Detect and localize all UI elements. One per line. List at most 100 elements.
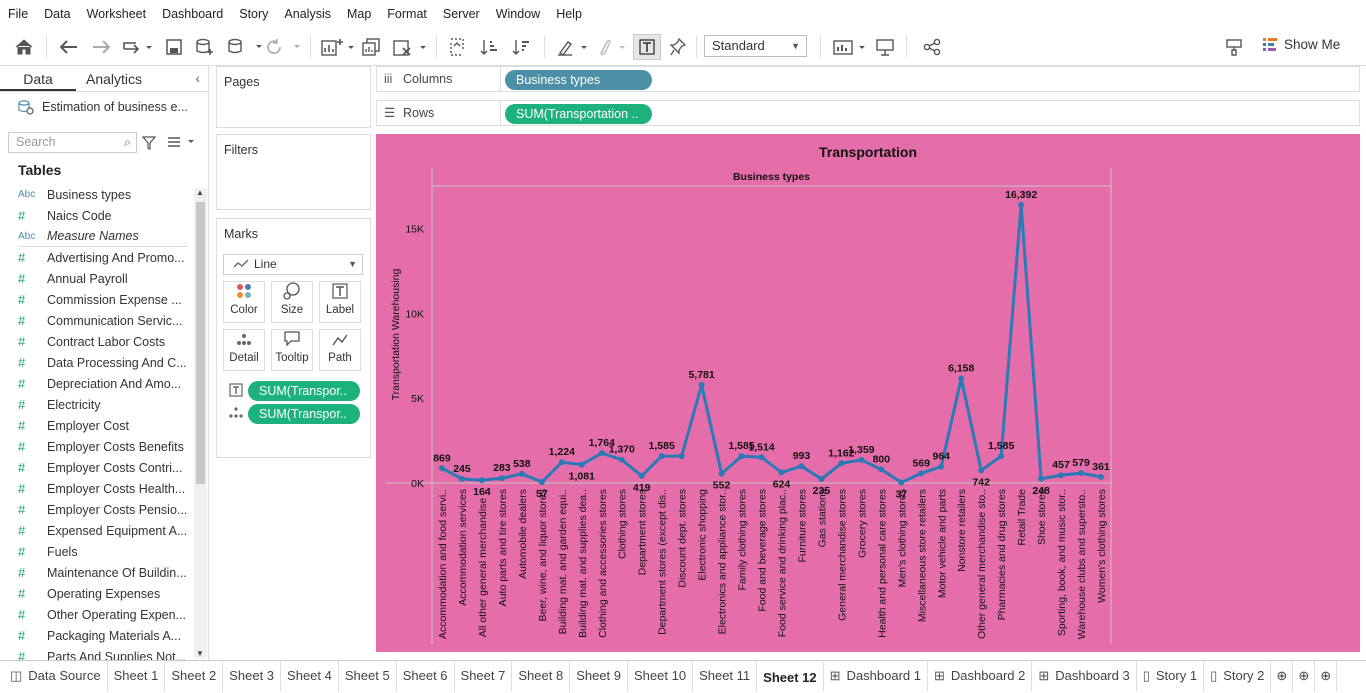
data-point[interactable]	[778, 469, 785, 476]
home-icon[interactable]	[12, 36, 36, 58]
data-point[interactable]	[918, 470, 925, 477]
data-point[interactable]	[578, 461, 585, 468]
data-point[interactable]	[958, 375, 965, 382]
chart-view[interactable]: Transportation Business types Transportati…	[376, 134, 1360, 652]
data-point[interactable]	[638, 472, 645, 479]
data-point[interactable]	[438, 465, 445, 472]
menu-map[interactable]: Map	[347, 7, 371, 21]
data-point[interactable]	[798, 463, 805, 470]
detail-measure-pill[interactable]: SUM(Transpor..	[248, 404, 360, 424]
label-button[interactable]: Label	[319, 281, 361, 323]
menu-file[interactable]: File	[8, 7, 28, 21]
search-input[interactable]: Search ⌕	[8, 132, 137, 153]
field-item[interactable]: # Contract Labor Costs	[18, 331, 188, 352]
rows-shelf[interactable]: ☰ Rows SUM(Transportation ..	[376, 100, 1360, 126]
menu-server[interactable]: Server	[443, 7, 480, 21]
data-point[interactable]	[1018, 201, 1025, 208]
datasource-item[interactable]: Estimation of business e...	[0, 92, 208, 122]
mark-type-select[interactable]: Line ▼	[223, 254, 363, 275]
data-point[interactable]	[538, 479, 545, 486]
field-item[interactable]: # Maintenance Of Buildin...	[18, 562, 188, 583]
field-item[interactable]: # Employer Cost	[18, 415, 188, 436]
data-point[interactable]	[938, 463, 945, 470]
data-point[interactable]	[818, 476, 825, 483]
new-datasource-icon[interactable]	[194, 36, 216, 58]
scroll-up-icon[interactable]: ▲	[196, 188, 204, 197]
data-point[interactable]	[618, 456, 625, 463]
data-point[interactable]	[558, 459, 565, 466]
tab-data[interactable]: Data	[0, 66, 76, 91]
sheet-tab[interactable]: ▯ Story 2	[1204, 661, 1272, 691]
data-point[interactable]	[1098, 473, 1105, 480]
sheet-tab[interactable]: Sheet 4	[281, 661, 339, 691]
scrollbar-thumb[interactable]	[196, 202, 205, 484]
columns-pill[interactable]: Business types	[505, 70, 652, 90]
sort-ascending-icon[interactable]	[478, 36, 500, 58]
size-button[interactable]: Size	[271, 281, 313, 323]
data-point[interactable]	[998, 453, 1005, 460]
menu-help[interactable]: Help	[556, 7, 582, 21]
pause-updates-icon[interactable]	[226, 36, 266, 58]
field-item[interactable]: Abc Business types	[18, 184, 188, 205]
field-item[interactable]: # Employer Costs Benefits	[18, 436, 188, 457]
menu-worksheet[interactable]: Worksheet	[87, 7, 147, 21]
sheet-tab[interactable]: ⊞ Dashboard 3	[1032, 661, 1137, 691]
sheet-tab[interactable]: Sheet 6	[397, 661, 455, 691]
scroll-down-icon[interactable]: ▼	[196, 649, 204, 658]
field-item[interactable]: # Data Processing And C...	[18, 352, 188, 373]
menu-story[interactable]: Story	[239, 7, 268, 21]
forward-arrow-icon[interactable]	[90, 36, 112, 58]
path-button[interactable]: Path	[319, 329, 361, 371]
data-point[interactable]	[838, 460, 845, 467]
data-point[interactable]	[518, 470, 525, 477]
tooltip-button[interactable]: Tooltip	[271, 329, 313, 371]
new-worksheet-tab-icon[interactable]: ⊕	[1271, 661, 1294, 691]
redo-dropdown-icon[interactable]	[120, 36, 154, 58]
sheet-tab[interactable]: Sheet 5	[339, 661, 397, 691]
sheet-tab[interactable]: ⊞ Dashboard 1	[824, 661, 928, 691]
duplicate-sheet-icon[interactable]	[360, 36, 382, 58]
data-point[interactable]	[878, 466, 885, 473]
highlight-icon[interactable]	[556, 36, 590, 58]
presentation-mode-icon[interactable]	[874, 36, 896, 58]
field-item[interactable]: # Operating Expenses	[18, 583, 188, 604]
sheet-tab[interactable]: Sheet 9	[570, 661, 629, 691]
data-point[interactable]	[598, 450, 605, 457]
data-point[interactable]	[978, 467, 985, 474]
detail-button[interactable]: Detail	[223, 329, 265, 371]
data-point[interactable]	[898, 479, 905, 486]
field-item[interactable]: # Expensed Equipment A...	[18, 520, 188, 541]
save-icon[interactable]	[164, 36, 184, 58]
view-options-icon[interactable]	[167, 136, 195, 148]
back-arrow-icon[interactable]	[58, 36, 80, 58]
field-item[interactable]: # Electricity	[18, 394, 188, 415]
show-me-button[interactable]: Show Me	[1262, 36, 1340, 52]
line-chart[interactable]: Transportation Business types Transportati…	[376, 134, 1360, 652]
sheet-tab[interactable]: Sheet 1	[108, 661, 166, 691]
field-item[interactable]: # Employer Costs Health...	[18, 478, 188, 499]
menu-window[interactable]: Window	[496, 7, 540, 21]
data-point[interactable]	[1058, 472, 1065, 479]
menu-data[interactable]: Data	[44, 7, 70, 21]
label-measure-pill[interactable]: SUM(Transpor..	[248, 381, 360, 401]
sheet-tab[interactable]: Sheet 7	[455, 661, 513, 691]
menu-dashboard[interactable]: Dashboard	[162, 7, 223, 21]
sheet-tab[interactable]: ◫ Data Source	[4, 661, 108, 691]
field-item[interactable]: # Naics Code	[18, 205, 188, 226]
field-item[interactable]: # Packaging Materials A...	[18, 625, 188, 646]
show-mark-labels-icon[interactable]	[633, 34, 661, 60]
sheet-tab[interactable]: Sheet 10	[628, 661, 694, 691]
data-point[interactable]	[738, 453, 745, 460]
new-dashboard-tab-icon[interactable]: ⊕	[1293, 661, 1316, 691]
data-point[interactable]	[458, 475, 465, 482]
data-point[interactable]	[858, 456, 865, 463]
field-item[interactable]: Abc Measure Names	[18, 226, 188, 247]
color-button[interactable]: Color	[223, 281, 265, 323]
data-point[interactable]	[718, 470, 725, 477]
data-point[interactable]	[1078, 470, 1085, 477]
sheet-tab[interactable]: Sheet 12	[757, 661, 824, 691]
group-members-icon[interactable]	[594, 36, 628, 58]
data-point[interactable]	[498, 475, 505, 482]
sheet-tab[interactable]: ▯ Story 1	[1137, 661, 1205, 691]
share-icon[interactable]	[920, 36, 944, 58]
